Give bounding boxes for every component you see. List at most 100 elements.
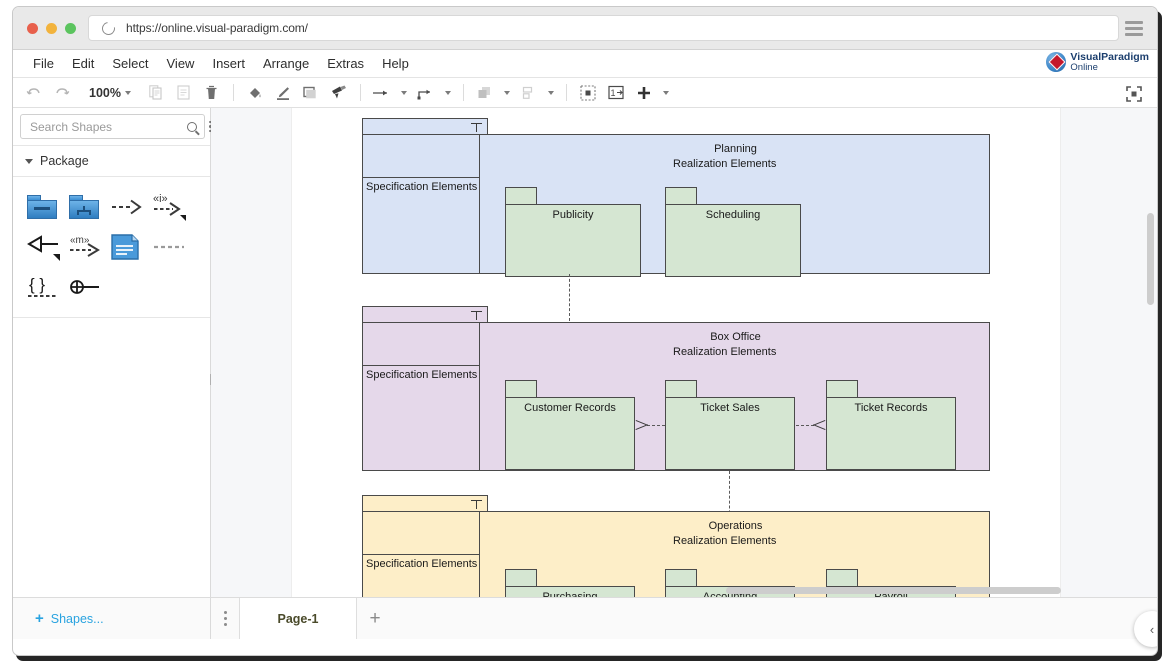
plus-icon: + [35, 611, 44, 626]
chevron-down-icon [445, 91, 451, 95]
package-box-office-title: Box Office [480, 331, 991, 343]
bring-to-front-icon[interactable] [472, 81, 498, 105]
package-containment-shape-icon [69, 195, 99, 219]
package-operations[interactable]: Specification Elements Operations Realiz… [362, 495, 990, 597]
reload-icon[interactable] [99, 19, 117, 37]
subpackage-ticket-sales[interactable]: Ticket Sales [665, 380, 795, 470]
chevron-down-icon [25, 159, 33, 164]
menu-view[interactable]: View [158, 53, 204, 74]
package-box-office-body: Specification Elements Box Office Realiz… [362, 322, 990, 471]
vertical-scrollbar[interactable] [1147, 213, 1154, 305]
menu-help[interactable]: Help [373, 53, 418, 74]
shapes-sidebar: Package [13, 108, 211, 597]
search-input-wrapper[interactable] [20, 114, 205, 139]
subpackage-ticket-records[interactable]: Ticket Records [826, 380, 956, 470]
shape-item-package-containment[interactable] [69, 187, 111, 227]
horizontal-scrollbar[interactable] [726, 587, 1061, 594]
menu-select[interactable]: Select [103, 53, 157, 74]
add-dropdown[interactable] [659, 81, 673, 105]
shape-item-merge[interactable]: «m» [69, 227, 111, 267]
constraint-shape-icon: { } [27, 273, 61, 301]
merge-shape-icon: «m» [69, 233, 107, 261]
subpackage-publicity[interactable]: Publicity [505, 187, 641, 277]
subpackage-purchasing[interactable]: Purchasing [505, 569, 635, 597]
undo-icon[interactable] [21, 81, 47, 105]
shape-item-containment[interactable] [69, 267, 111, 307]
collapse-panel-button[interactable]: ‹ [1134, 611, 1158, 647]
footer-bar: + Shapes... Page-1 + ‹ [13, 597, 1157, 639]
shape-item-constraint[interactable]: { } [27, 267, 69, 307]
fill-color-icon[interactable] [242, 81, 268, 105]
brand-line-2: Online [1070, 63, 1149, 73]
fit-size-icon[interactable]: 1 [603, 81, 629, 105]
arrange-dropdown[interactable] [500, 81, 514, 105]
chevron-down-icon [504, 91, 510, 95]
subpackage-ticket-records-label: Ticket Records [826, 402, 956, 414]
diagram-canvas[interactable]: Specification Elements Planning Realizat… [211, 108, 1157, 597]
zoom-level-control[interactable]: 100% [83, 84, 137, 102]
shape-item-anchor[interactable] [153, 227, 195, 267]
paste-icon[interactable] [171, 81, 197, 105]
redo-icon[interactable] [49, 81, 75, 105]
straight-connector-icon[interactable] [369, 81, 395, 105]
hamburger-menu-icon[interactable] [1125, 21, 1143, 36]
browser-window: https://online.visual-paradigm.com/ File… [12, 6, 1158, 656]
visual-paradigm-logo[interactable]: VisualParadigm Online [1046, 52, 1149, 72]
menu-insert[interactable]: Insert [203, 53, 254, 74]
format-painter-icon[interactable] [326, 81, 352, 105]
package-planning-tab [362, 118, 488, 135]
subpackage-customer-records[interactable]: Customer Records [505, 380, 635, 470]
menu-extras[interactable]: Extras [318, 53, 373, 74]
browser-titlebar: https://online.visual-paradigm.com/ [13, 7, 1157, 50]
generalization-shape-icon [27, 233, 65, 261]
maximize-window-button[interactable] [65, 23, 76, 34]
straight-connector-dropdown[interactable] [397, 81, 411, 105]
shape-item-dependency[interactable] [111, 187, 153, 227]
trash-icon[interactable] [199, 81, 225, 105]
subpackage-publicity-label: Publicity [505, 209, 641, 221]
shapes-button-label: Shapes... [51, 612, 104, 626]
search-input[interactable] [28, 119, 187, 135]
shape-item-generalization[interactable] [27, 227, 69, 267]
zoom-level-value: 100% [89, 86, 121, 100]
address-bar[interactable]: https://online.visual-paradigm.com/ [88, 15, 1119, 41]
shapes-button[interactable]: + Shapes... [13, 598, 211, 639]
menu-file[interactable]: File [24, 53, 63, 74]
dependency-ticketsales-to-ticketrecords[interactable] [796, 425, 814, 426]
align-dropdown[interactable] [544, 81, 558, 105]
shape-item-package[interactable] [27, 187, 69, 227]
package-planning[interactable]: Specification Elements Planning Realizat… [362, 118, 990, 274]
subpackage-scheduling[interactable]: Scheduling [665, 187, 801, 277]
close-window-button[interactable] [27, 23, 38, 34]
fullscreen-icon[interactable] [1121, 82, 1147, 106]
orthogonal-connector-dropdown[interactable] [441, 81, 455, 105]
orthogonal-connector-icon[interactable] [413, 81, 439, 105]
shape-item-note[interactable] [111, 227, 153, 267]
diagram-paper[interactable]: Specification Elements Planning Realizat… [292, 108, 1060, 597]
shape-style-icon[interactable] [298, 81, 324, 105]
select-all-icon[interactable] [575, 81, 601, 105]
add-page-button[interactable]: + [357, 598, 393, 639]
page-tab-page-1[interactable]: Page-1 [239, 598, 357, 639]
dependency-ticketsales-to-customerrecords[interactable] [647, 425, 665, 426]
svg-text:«m»: «m» [70, 235, 90, 246]
align-icon[interactable] [516, 81, 542, 105]
subpackage-ticket-sales-label: Ticket Sales [665, 402, 795, 414]
menu-arrange[interactable]: Arrange [254, 53, 318, 74]
window-controls[interactable] [27, 23, 76, 34]
page-menu-kebab-icon[interactable] [211, 598, 239, 639]
copy-icon[interactable] [143, 81, 169, 105]
package-operations-title: Operations [480, 520, 991, 532]
shape-group-header-package[interactable]: Package [13, 146, 210, 177]
shape-item-import[interactable]: «i» [153, 187, 195, 227]
subpackage-tab [505, 187, 537, 205]
package-box-office[interactable]: Specification Elements Box Office Realiz… [362, 306, 990, 471]
minimize-window-button[interactable] [46, 23, 57, 34]
search-icon[interactable] [187, 122, 197, 132]
subpackage-tab [665, 380, 697, 398]
menu-edit[interactable]: Edit [63, 53, 103, 74]
add-icon[interactable] [631, 81, 657, 105]
subpackage-tab [826, 380, 858, 398]
shape-group-label: Package [40, 154, 89, 168]
line-color-icon[interactable] [270, 81, 296, 105]
